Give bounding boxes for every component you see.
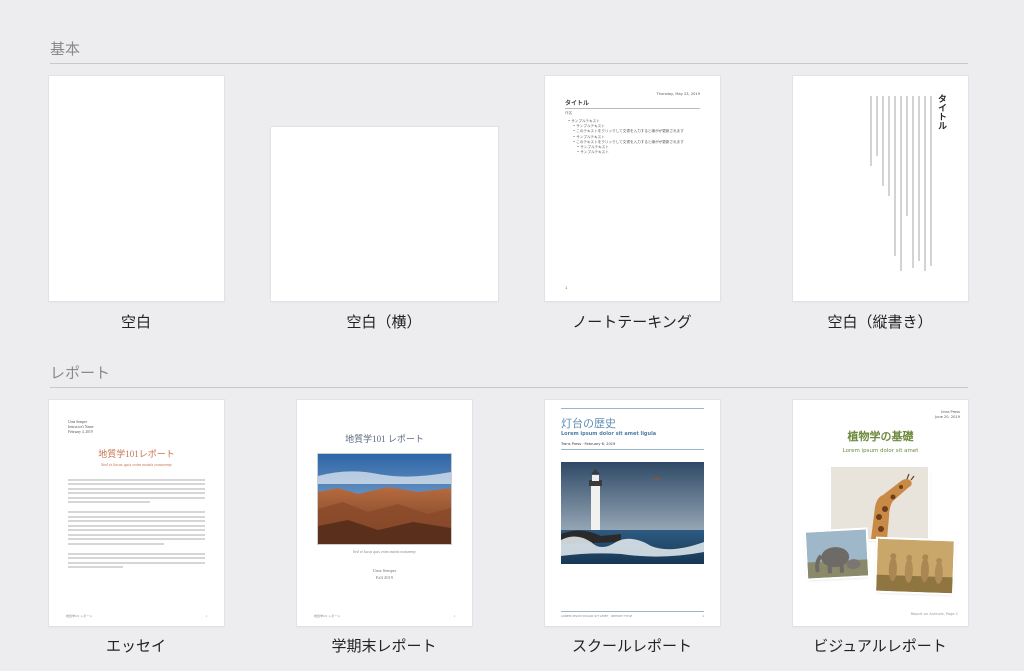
section-header-report: レポート <box>50 362 968 388</box>
essay-author-block: Urna Semper Instructor's Name February 4… <box>68 420 94 435</box>
section-title: 基本 <box>50 40 81 58</box>
template-thumbnail-school-report[interactable]: 灯台の歴史 Lorem ipsum dolor sit amet ligula … <box>545 400 720 626</box>
note-divider <box>565 108 700 109</box>
term-footer: 地質学101 レポート 1 <box>314 614 455 618</box>
vertical-title: タイトル <box>936 94 946 130</box>
note-title: タイトル <box>565 100 590 107</box>
page-number: 1 <box>565 285 568 290</box>
template-label-blank[interactable]: 空白 <box>36 311 236 332</box>
term-semester: Fall 2019 <box>375 575 394 580</box>
note-author: 作名 <box>565 111 573 115</box>
school-subtitle: Lorem ipsum dolor sit amet ligula <box>561 431 657 437</box>
vertical-text-lines <box>832 96 932 276</box>
template-label-term-paper[interactable]: 学期末レポート <box>284 635 484 656</box>
school-byline: Trans Press · February 6, 2019 <box>561 442 616 446</box>
template-thumbnail-blank[interactable] <box>49 76 224 301</box>
template-thumbnail-term-paper[interactable]: 地質学101 レポート Sed et lacus quis enim matti… <box>297 400 472 626</box>
template-label-school-report[interactable]: スクールレポート <box>532 635 732 656</box>
visual-corner-text: Urna Press June 20, 2019 <box>935 410 960 420</box>
template-label-blank-vertical[interactable]: 空白（縦書き） <box>780 311 980 332</box>
essay-title: 地質学101レポート <box>98 449 175 459</box>
essay-footer: 地質学101 レポート 1 <box>66 614 207 618</box>
grand-canyon-image <box>318 454 451 544</box>
school-footer: LOREM IPSUM DOLOR SIT AMET · REPORT TITL… <box>561 611 704 618</box>
template-label-note-taking[interactable]: ノートテーキング <box>532 311 732 332</box>
visual-title: 植物学の基礎 <box>847 431 914 443</box>
template-label-blank-landscape[interactable]: 空白（横） <box>284 311 484 332</box>
template-thumbnail-note-taking[interactable]: Thursday, May 23, 2019 タイトル 作名 • サンプルテキス… <box>545 76 720 301</box>
list-item: • サンプルテキスト <box>577 150 609 155</box>
visual-subtitle: Lorem ipsum dolor sit amet <box>842 448 919 454</box>
section-title: レポート <box>50 364 111 382</box>
visual-footer: Report on Animals, Page 1 <box>910 611 958 616</box>
section-header-basic: 基本 <box>50 38 968 64</box>
term-image-caption: Sed et lacus quis enim mattis nonummy <box>353 549 416 554</box>
giraffe-image <box>831 467 928 539</box>
note-list: • サンプルテキスト • サンプルテキスト • このテキストをクリックして文書を… <box>565 119 705 155</box>
template-label-essay[interactable]: エッセイ <box>36 635 236 656</box>
school-top-rule <box>561 408 704 409</box>
school-title: 灯台の歴史 <box>561 418 616 430</box>
lighthouse-image <box>561 462 704 564</box>
template-thumbnail-essay[interactable]: Urna Semper Instructor's Name February 4… <box>49 400 224 626</box>
term-author: Urna Semper <box>372 568 397 573</box>
note-date: Thursday, May 23, 2019 <box>656 92 700 96</box>
template-thumbnail-blank-landscape[interactable] <box>271 127 498 301</box>
template-thumbnail-blank-vertical[interactable]: タイトル <box>793 76 968 301</box>
term-title: 地質学101 レポート <box>345 434 424 444</box>
template-thumbnail-visual-report[interactable]: Urna Press June 20, 2019 植物学の基礎 Lorem ip… <box>793 400 968 626</box>
meerkat-image <box>876 538 954 594</box>
elephant-image <box>805 529 869 579</box>
school-rule <box>561 449 704 450</box>
template-label-visual-report[interactable]: ビジュアルレポート <box>780 635 980 656</box>
essay-body-text <box>68 476 205 571</box>
essay-subtitle: Sed et lacus quis enim mattis nonummy <box>101 462 172 467</box>
